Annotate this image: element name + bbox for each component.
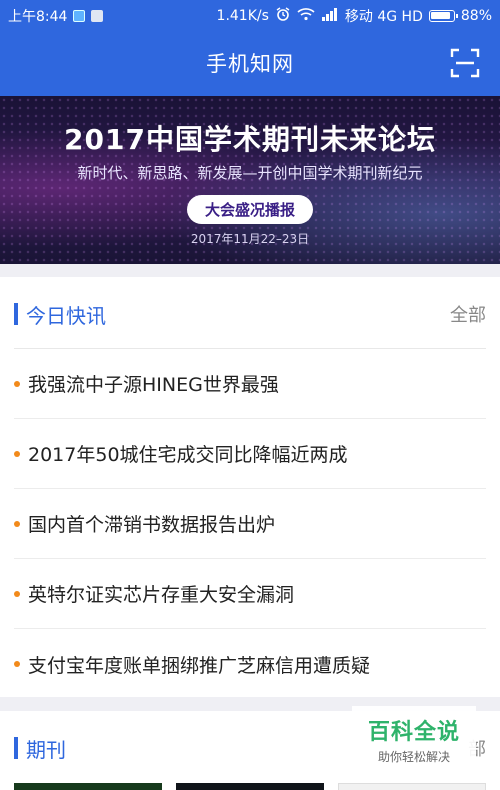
news-item[interactable]: 国内首个滞销书数据报告出炉 xyxy=(14,489,486,559)
section-accent-bar xyxy=(14,737,18,759)
news-item[interactable]: 支付宝年度账单捆绑推广芝麻信用遭质疑 xyxy=(14,629,486,699)
bullet-icon xyxy=(14,590,20,597)
battery-icon xyxy=(428,10,458,22)
section-accent-bar xyxy=(14,303,18,325)
bullet-icon xyxy=(14,520,20,527)
journal-cover[interactable] xyxy=(176,783,324,790)
status-time: 上午8:44 xyxy=(8,9,68,25)
news-all-link[interactable]: 全部 xyxy=(450,301,486,327)
news-item[interactable]: 2017年50城住宅成交同比降幅近两成 xyxy=(14,419,486,489)
banner-subtitle: 新时代、新思路、新发展—开创中国学术期刊新纪元 xyxy=(77,164,423,182)
journal-cover[interactable] xyxy=(14,783,162,790)
banner-date: 2017年11月22–23日 xyxy=(190,232,310,246)
banner-title: 2017中国学术期刊未来论坛 xyxy=(64,123,436,156)
scan-icon[interactable] xyxy=(450,48,480,78)
app-header: 手机知网 xyxy=(0,30,500,96)
journals-section-title: 期刊 xyxy=(26,738,66,762)
carrier-label: 移动 4G HD xyxy=(344,9,423,25)
notification-icon xyxy=(73,10,86,22)
news-item-text: 2017年50城住宅成交同比降幅近两成 xyxy=(28,444,348,466)
news-section: 今日快讯 全部 我强流中子源HINEG世界最强 2017年50城住宅成交同比降幅… xyxy=(0,277,500,697)
news-item[interactable]: 我强流中子源HINEG世界最强 xyxy=(14,349,486,419)
notification-icon xyxy=(91,10,104,22)
banner-button[interactable]: 大会盛况播报 xyxy=(186,195,313,224)
news-item-text: 支付宝年度账单捆绑推广芝麻信用遭质疑 xyxy=(28,654,371,677)
bullet-icon xyxy=(14,450,20,457)
bullet-icon xyxy=(14,661,20,667)
watermark-tagline: 助你轻松解决 xyxy=(377,750,450,764)
watermark-brand: 百科全说 xyxy=(367,720,460,745)
news-item-text: 国内首个滞销书数据报告出炉 xyxy=(28,514,276,536)
page-title: 手机知网 xyxy=(206,52,294,76)
wifi-icon xyxy=(297,7,315,25)
news-section-title: 今日快讯 xyxy=(26,304,106,328)
status-bar: 上午8:44 1.41K/s 移动 4G HD 88% xyxy=(0,0,500,30)
news-item-text: 英特尔证实芯片存重大安全漏洞 xyxy=(28,584,295,606)
bullet-icon xyxy=(14,380,20,387)
signal-icon xyxy=(321,7,339,25)
news-item[interactable]: 英特尔证实芯片存重大安全漏洞 xyxy=(14,559,486,629)
news-section-header: 今日快讯 全部 xyxy=(14,277,486,349)
event-banner[interactable]: 2017中国学术期刊未来论坛 新时代、新思路、新发展—开创中国学术期刊新纪元 大… xyxy=(0,96,500,264)
alarm-icon xyxy=(275,6,291,26)
battery-percent: 88% xyxy=(460,8,492,24)
network-speed: 1.41K/s xyxy=(216,8,269,24)
news-item-text: 我强流中子源HINEG世界最强 xyxy=(28,374,279,396)
journal-cover[interactable] xyxy=(338,783,486,790)
watermark-logo: 百科全说 助你轻松解决 xyxy=(352,706,476,768)
